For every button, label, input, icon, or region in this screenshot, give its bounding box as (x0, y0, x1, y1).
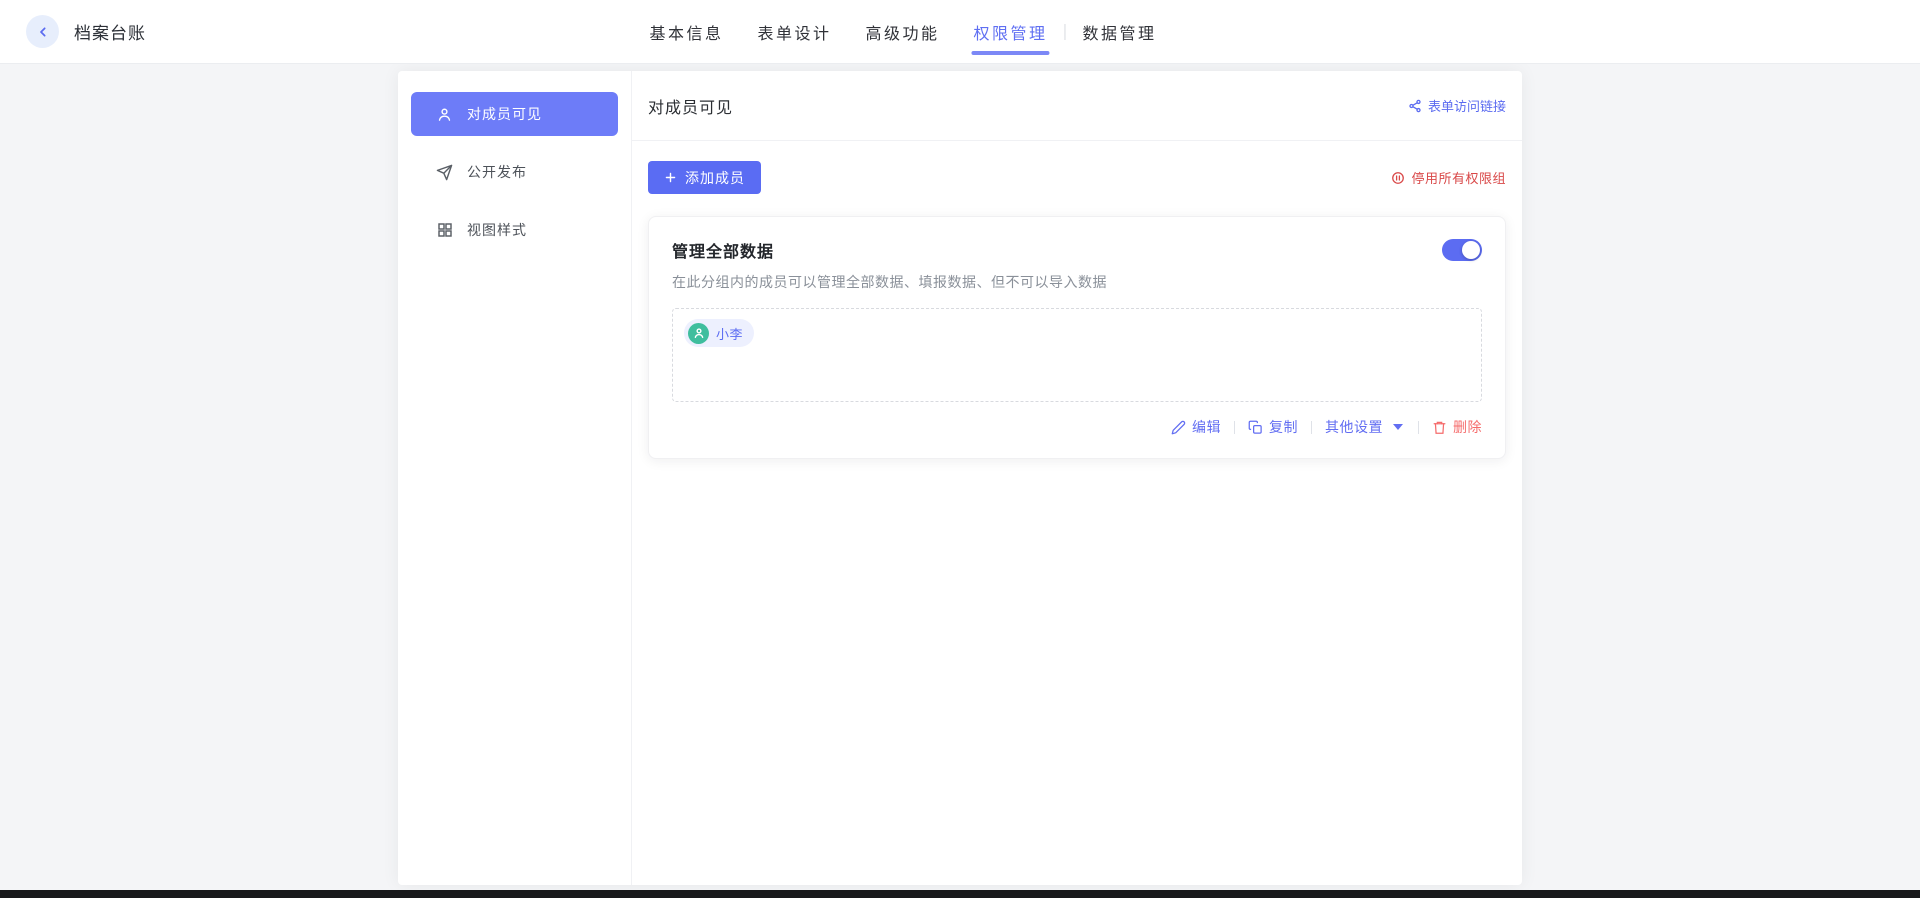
form-access-link[interactable]: 表单访问链接 (1408, 96, 1506, 115)
member-avatar-icon (688, 322, 709, 344)
plus-icon (664, 171, 677, 184)
share-icon (1408, 99, 1422, 113)
other-settings-dropdown[interactable]: 其他设置 (1325, 417, 1405, 437)
sidebar-item-label: 视图样式 (467, 222, 527, 238)
pencil-icon (1171, 420, 1186, 435)
sidebar-item-label: 对成员可见 (467, 106, 542, 122)
sidebar-item-public-publish[interactable]: 公开发布 (411, 150, 618, 194)
send-icon (436, 164, 453, 181)
group-actions: 编辑 复制 其他设置 删除 (672, 417, 1482, 437)
page-title: 档案台账 (74, 24, 146, 43)
copy-link[interactable]: 复制 (1248, 417, 1298, 437)
group-head: 管理全部数据 (672, 238, 1482, 262)
chevron-left-icon (35, 24, 51, 40)
delete-link[interactable]: 删除 (1432, 417, 1482, 437)
member-name: 小李 (716, 326, 744, 342)
permission-panel: 对成员可见 表单访问链接 添加成员 停用所有权限组 管理全部数据 在此分组内的成… (632, 71, 1522, 885)
sidebar-item-view-style[interactable]: 视图样式 (411, 208, 618, 252)
caret-down-icon (1390, 420, 1405, 435)
group-title: 管理全部数据 (672, 244, 775, 261)
member-chip[interactable]: 小李 (684, 319, 755, 347)
group-enabled-toggle[interactable] (1442, 239, 1482, 261)
panel-title: 对成员可见 (648, 99, 734, 117)
tab-basic-info[interactable]: 基本信息 (632, 0, 740, 63)
tab-advanced-features[interactable]: 高级功能 (848, 0, 956, 63)
back-button[interactable] (26, 15, 59, 48)
delete-label: 删除 (1453, 419, 1482, 435)
tab-permission-management[interactable]: 权限管理 (957, 0, 1065, 63)
bottom-bar (0, 890, 1920, 898)
sidebar-item-member-visible[interactable]: 对成员可见 (411, 92, 618, 136)
toolbar: 添加成员 停用所有权限组 (632, 161, 1522, 194)
user-icon (436, 106, 453, 123)
member-box[interactable]: 小李 (672, 308, 1482, 402)
add-member-button[interactable]: 添加成员 (648, 161, 761, 194)
grid-icon (436, 222, 453, 239)
copy-icon (1248, 420, 1263, 435)
tab-data-management[interactable]: 数据管理 (1066, 0, 1174, 63)
tab-form-design[interactable]: 表单设计 (740, 0, 848, 63)
topbar-tabs: 基本信息 表单设计 高级功能 权限管理 数据管理 (632, 0, 1173, 63)
main-area: 对成员可见 公开发布 视图样式 对成员可见 表单访问链接 添加成员 停用所有权限… (0, 64, 1920, 890)
add-member-button-label: 添加成员 (685, 169, 745, 186)
disable-all-groups-label: 停用所有权限组 (1411, 171, 1506, 186)
disable-all-groups-link[interactable]: 停用所有权限组 (1391, 168, 1506, 187)
edit-label: 编辑 (1192, 419, 1221, 435)
sidebar-item-label: 公开发布 (467, 164, 527, 180)
panel-header: 对成员可见 表单访问链接 (632, 71, 1522, 141)
edit-link[interactable]: 编辑 (1171, 417, 1221, 437)
action-divider (1311, 420, 1312, 434)
trash-icon (1432, 420, 1447, 435)
pause-circle-icon (1391, 171, 1405, 185)
action-divider (1418, 420, 1419, 434)
action-divider (1234, 420, 1235, 434)
form-access-link-label: 表单访问链接 (1427, 99, 1506, 114)
copy-label: 复制 (1269, 419, 1298, 435)
topbar: 档案台账 基本信息 表单设计 高级功能 权限管理 数据管理 (0, 0, 1920, 64)
group-description: 在此分组内的成员可以管理全部数据、填报数据、但不可以导入数据 (672, 274, 1107, 290)
sidebar: 对成员可见 公开发布 视图样式 (398, 71, 632, 885)
content-card: 对成员可见 公开发布 视图样式 对成员可见 表单访问链接 添加成员 停用所有权限… (398, 71, 1522, 885)
toggle-knob (1462, 241, 1480, 259)
other-settings-label: 其他设置 (1325, 419, 1383, 435)
permission-group-card: 管理全部数据 在此分组内的成员可以管理全部数据、填报数据、但不可以导入数据 小李 (648, 216, 1506, 459)
